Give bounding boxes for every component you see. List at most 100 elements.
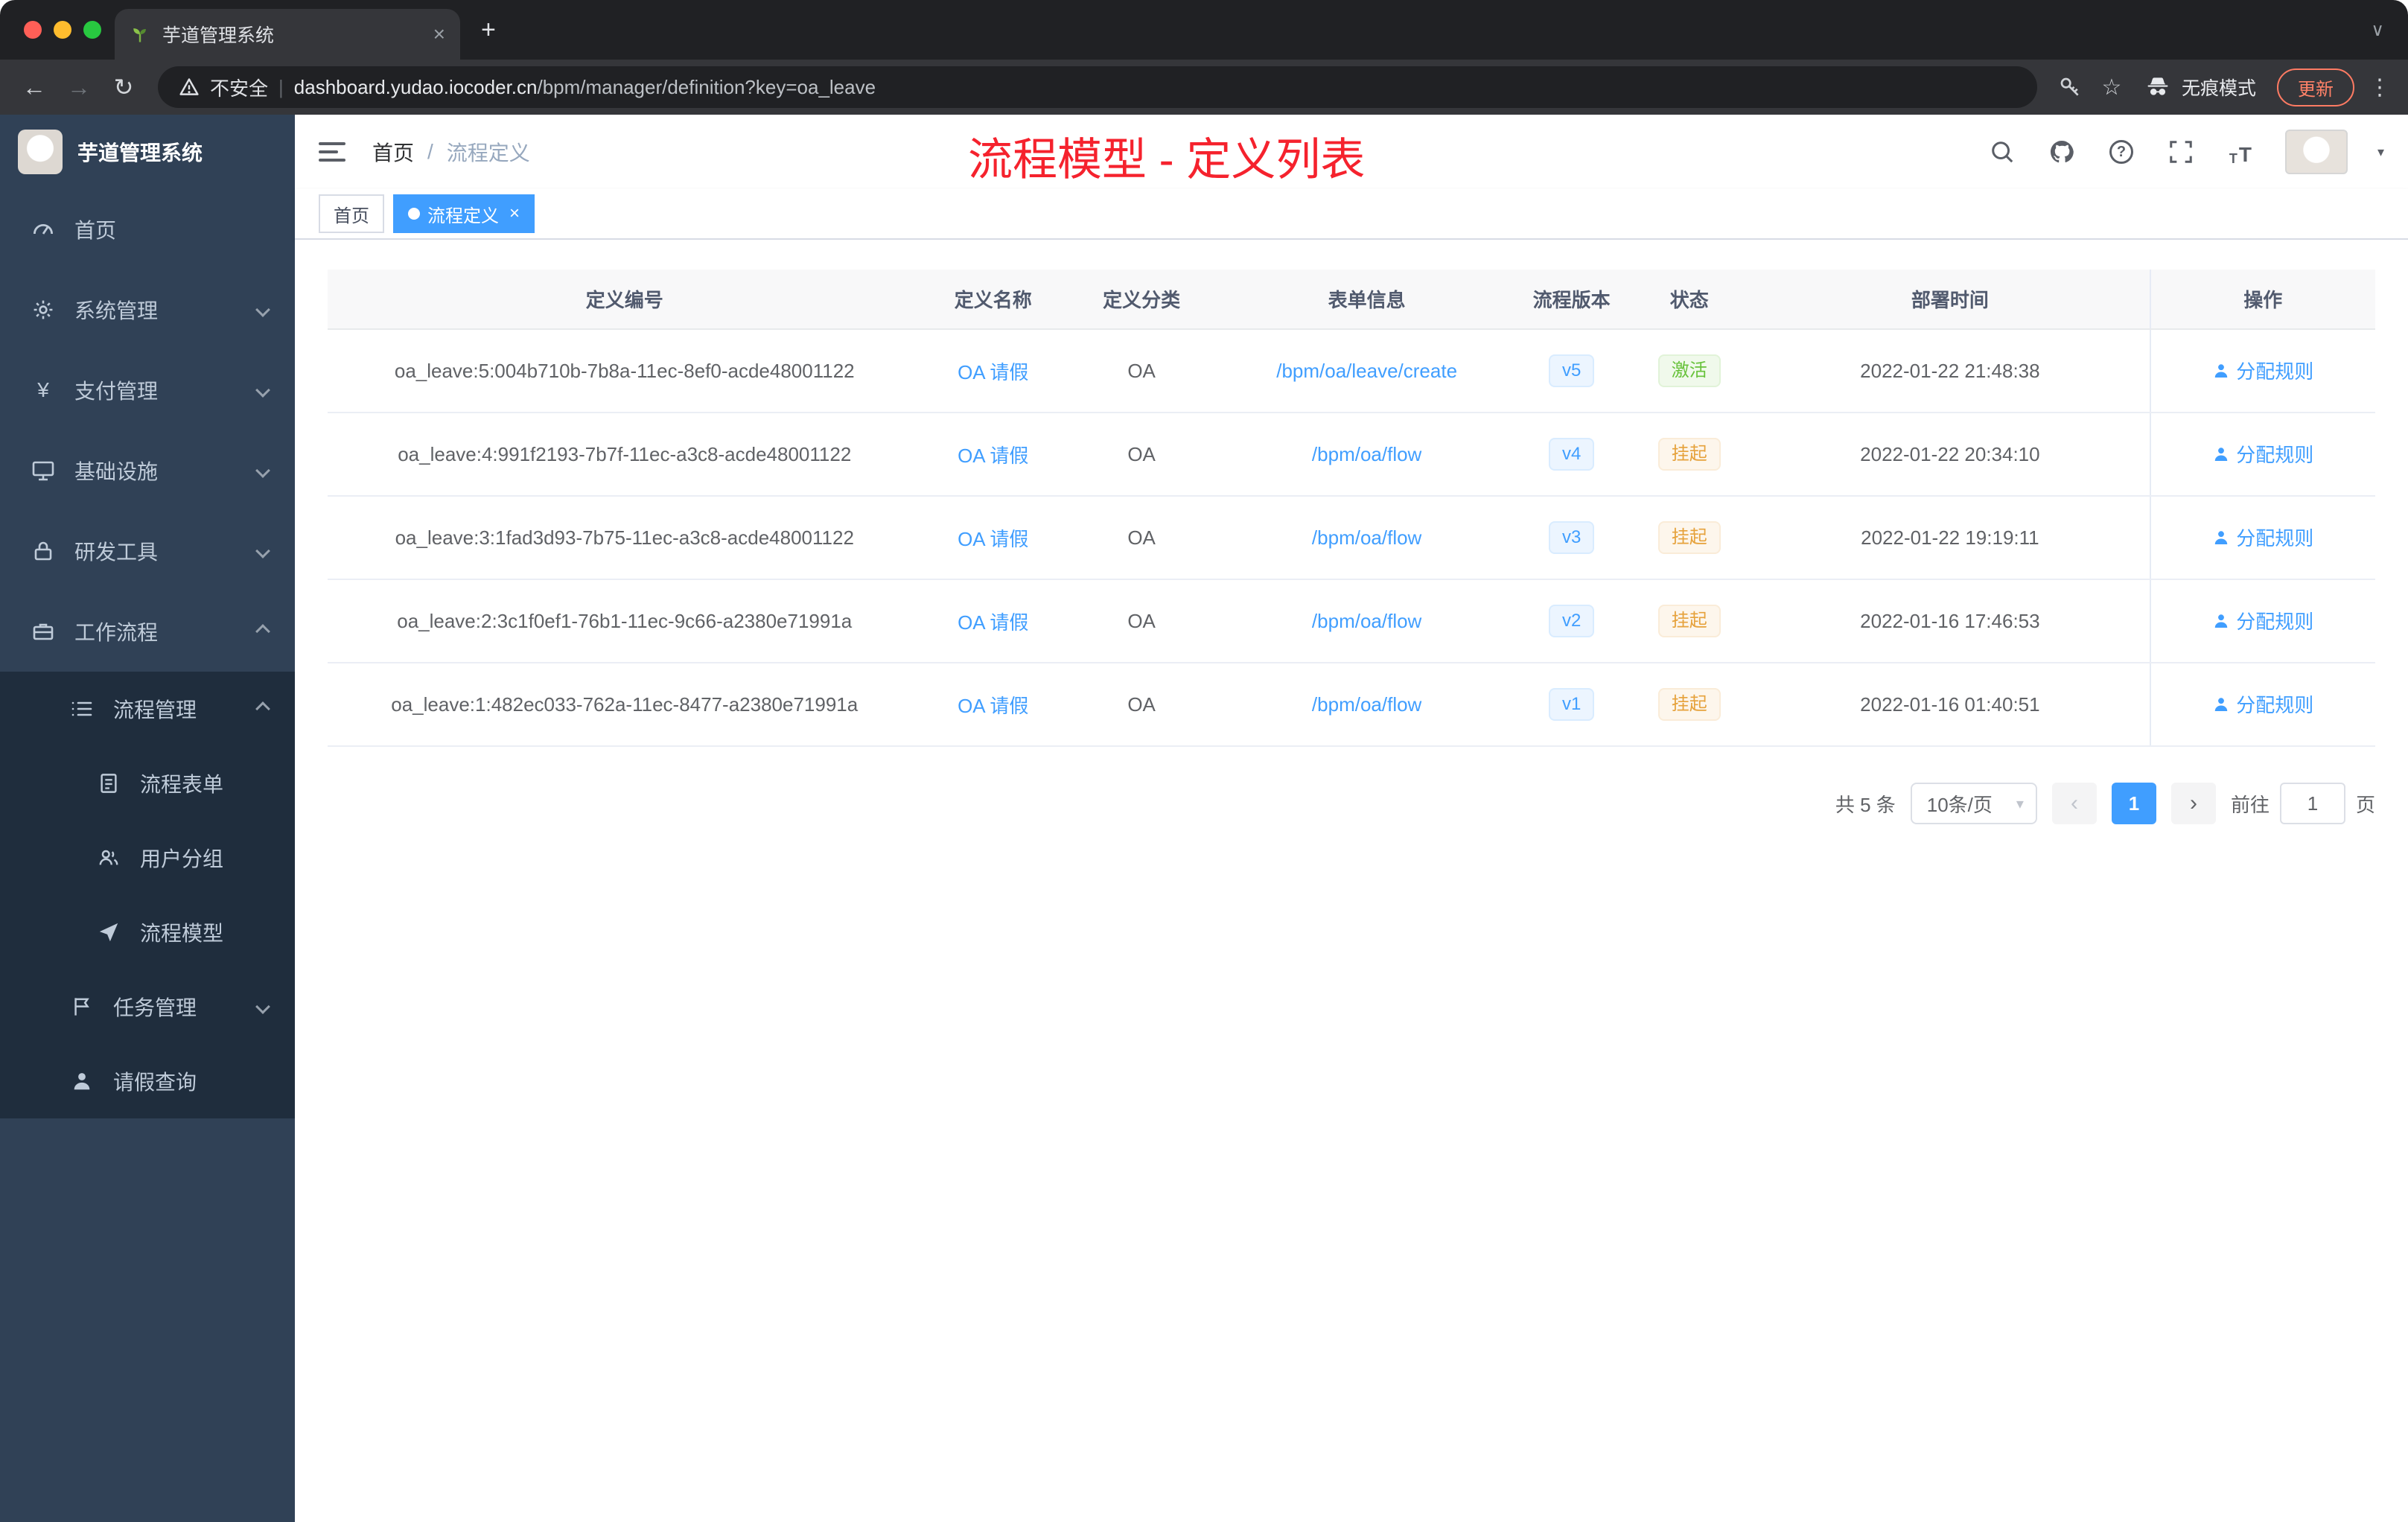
page-size-select[interactable]: 10条/页 ▾: [1910, 783, 2037, 824]
assign-rule-link[interactable]: 分配规则: [2212, 440, 2313, 468]
active-dot: [408, 208, 420, 220]
assign-rule-link[interactable]: 分配规则: [2212, 607, 2313, 634]
cell-definition-id: oa_leave:4:991f2193-7b7f-11ec-a3c8-acde4…: [328, 413, 922, 497]
definition-name-link[interactable]: OA 请假: [958, 695, 1028, 717]
sidebar-item-infra[interactable]: 基础设施: [0, 430, 295, 511]
tab-close-icon[interactable]: ×: [433, 22, 445, 46]
browser-chrome: 芋道管理系统 × + ∨ ← → ↻ 不安全 | dashboard.yudao…: [0, 0, 2408, 115]
sidebar-submenu-workflow: 流程管理 流程表单 用户分组 流程模型 任务管理 请假查询: [0, 672, 295, 1118]
tab-search-icon[interactable]: ∨: [2371, 0, 2408, 60]
sidebar-item-process-model[interactable]: 流程模型: [0, 895, 295, 969]
browser-update-button[interactable]: 更新: [2277, 68, 2354, 106]
definition-name-link[interactable]: OA 请假: [958, 445, 1028, 467]
sidebar-item-task-management[interactable]: 任务管理: [0, 969, 295, 1044]
yen-icon: ¥: [37, 378, 49, 401]
table-row: oa_leave:1:482ec033-762a-11ec-8477-a2380…: [328, 663, 2375, 747]
sidebar-item-devtools[interactable]: 研发工具: [0, 511, 295, 591]
tag-current[interactable]: 流程定义 ×: [393, 194, 535, 233]
cell-deploy-time: 2022-01-16 17:46:53: [1751, 579, 2150, 663]
list-icon: [69, 697, 95, 721]
tag-label: 首页: [334, 206, 369, 226]
goto-page: 前往 页: [2231, 783, 2375, 824]
new-tab-button[interactable]: +: [460, 0, 517, 60]
breadcrumb: 首页 / 流程定义: [372, 137, 530, 167]
tab-strip: 芋道管理系统 × + ∨: [0, 0, 2408, 60]
goto-page-input[interactable]: [2279, 783, 2345, 824]
window-controls: [24, 21, 101, 39]
tags-bar: 首页 流程定义 ×: [295, 189, 2408, 240]
column-header: 定义编号: [328, 270, 922, 330]
form-link[interactable]: /bpm/oa/leave/create: [1276, 360, 1457, 382]
fullscreen-icon[interactable]: [2166, 137, 2196, 167]
next-page-button[interactable]: ›: [2170, 783, 2216, 824]
sidebar-item-process-form[interactable]: 流程表单: [0, 746, 295, 821]
cell-category: OA: [1065, 663, 1219, 747]
sidebar-item-user-group[interactable]: 用户分组: [0, 821, 295, 895]
github-icon[interactable]: [2047, 137, 2077, 167]
chevron-down-icon: [255, 463, 270, 478]
sidebar-item-label: 首页: [74, 219, 117, 242]
page-number-button[interactable]: 1: [2111, 783, 2156, 824]
address-bar[interactable]: 不安全 | dashboard.yudao.iocoder.cn /bpm/ma…: [158, 66, 2037, 108]
definition-name-link[interactable]: OA 请假: [958, 361, 1028, 383]
cell-deploy-time: 2022-01-22 20:34:10: [1751, 413, 2150, 497]
window-zoom-button[interactable]: [83, 21, 101, 39]
password-key-icon[interactable]: [2049, 66, 2091, 108]
status-badge: 挂起: [1657, 688, 1721, 721]
sidebar-item-workflow[interactable]: 工作流程: [0, 591, 295, 672]
column-header: 定义名称: [921, 270, 1065, 330]
app: 芋道管理系统 首页 系统管理 ¥ 支付管理 基础设施 研发工具 工作流程 流程管…: [0, 115, 2408, 1522]
tag-close-icon[interactable]: ×: [509, 203, 520, 224]
assign-rule-link[interactable]: 分配规则: [2212, 523, 2313, 551]
tag-home[interactable]: 首页: [319, 194, 384, 233]
cell-category: OA: [1065, 329, 1219, 413]
sidebar-item-label: 请假查询: [113, 1071, 197, 1094]
font-size-icon[interactable]: TT: [2226, 137, 2255, 167]
forward-button: →: [67, 73, 91, 101]
column-header: 部署时间: [1751, 270, 2150, 330]
breadcrumb-current: 流程定义: [446, 141, 530, 165]
assign-rule-link[interactable]: 分配规则: [2212, 357, 2313, 384]
avatar-caret-icon[interactable]: ▾: [2377, 144, 2384, 160]
cell-deploy-time: 2022-01-16 01:40:51: [1751, 663, 2150, 747]
reload-button[interactable]: ↻: [101, 65, 146, 109]
sidebar-item-payment[interactable]: ¥ 支付管理: [0, 350, 295, 430]
briefcase-icon: [30, 620, 57, 643]
definition-name-link[interactable]: OA 请假: [958, 611, 1028, 634]
user-avatar[interactable]: [2284, 130, 2348, 174]
cell-category: OA: [1065, 496, 1219, 580]
security-label[interactable]: 不安全: [210, 74, 268, 101]
window-close-button[interactable]: [24, 21, 42, 39]
sidebar: 芋道管理系统 首页 系统管理 ¥ 支付管理 基础设施 研发工具 工作流程 流程管…: [0, 115, 295, 1522]
form-link[interactable]: /bpm/oa/flow: [1312, 693, 1421, 716]
breadcrumb-home[interactable]: 首页: [372, 137, 414, 167]
status-badge: 激活: [1657, 354, 1721, 387]
cell-category: OA: [1065, 413, 1219, 497]
column-header: 表单信息: [1218, 270, 1515, 330]
browser-menu-icon[interactable]: ⋮: [2363, 74, 2396, 101]
sidebar-item-home[interactable]: 首页: [0, 189, 295, 270]
sidebar-toggle-icon[interactable]: [319, 142, 345, 162]
search-icon[interactable]: [1987, 137, 2017, 167]
sidebar-item-leave-query[interactable]: 请假查询: [0, 1044, 295, 1118]
form-link[interactable]: /bpm/oa/flow: [1312, 526, 1421, 549]
form-link[interactable]: /bpm/oa/flow: [1312, 610, 1421, 632]
definition-name-link[interactable]: OA 请假: [958, 528, 1028, 550]
browser-tab[interactable]: 芋道管理系统 ×: [115, 9, 460, 60]
table-row: oa_leave:5:004b710b-7b8a-11ec-8ef0-acde4…: [328, 329, 2375, 413]
assign-rule-link[interactable]: 分配规则: [2212, 690, 2313, 718]
sidebar-item-process-management[interactable]: 流程管理: [0, 672, 295, 746]
window-minimize-button[interactable]: [54, 21, 71, 39]
navbar-icons: ? TT ▾: [1987, 130, 2384, 174]
sidebar-item-system[interactable]: 系统管理: [0, 270, 295, 350]
chevron-down-icon: [255, 383, 270, 398]
user-group-icon: [95, 847, 122, 869]
form-link[interactable]: /bpm/oa/flow: [1312, 443, 1421, 465]
help-icon[interactable]: ?: [2106, 137, 2136, 167]
sidebar-logo[interactable]: 芋道管理系统: [0, 115, 295, 189]
bookmark-star-icon[interactable]: ☆: [2091, 66, 2133, 108]
cell-definition-id: oa_leave:3:1fad3d93-7b75-11ec-a3c8-acde4…: [328, 496, 922, 580]
incognito-profile-chip[interactable]: 无痕模式: [2144, 74, 2256, 101]
column-header: 操作: [2149, 270, 2375, 330]
back-button[interactable]: ←: [12, 65, 57, 109]
